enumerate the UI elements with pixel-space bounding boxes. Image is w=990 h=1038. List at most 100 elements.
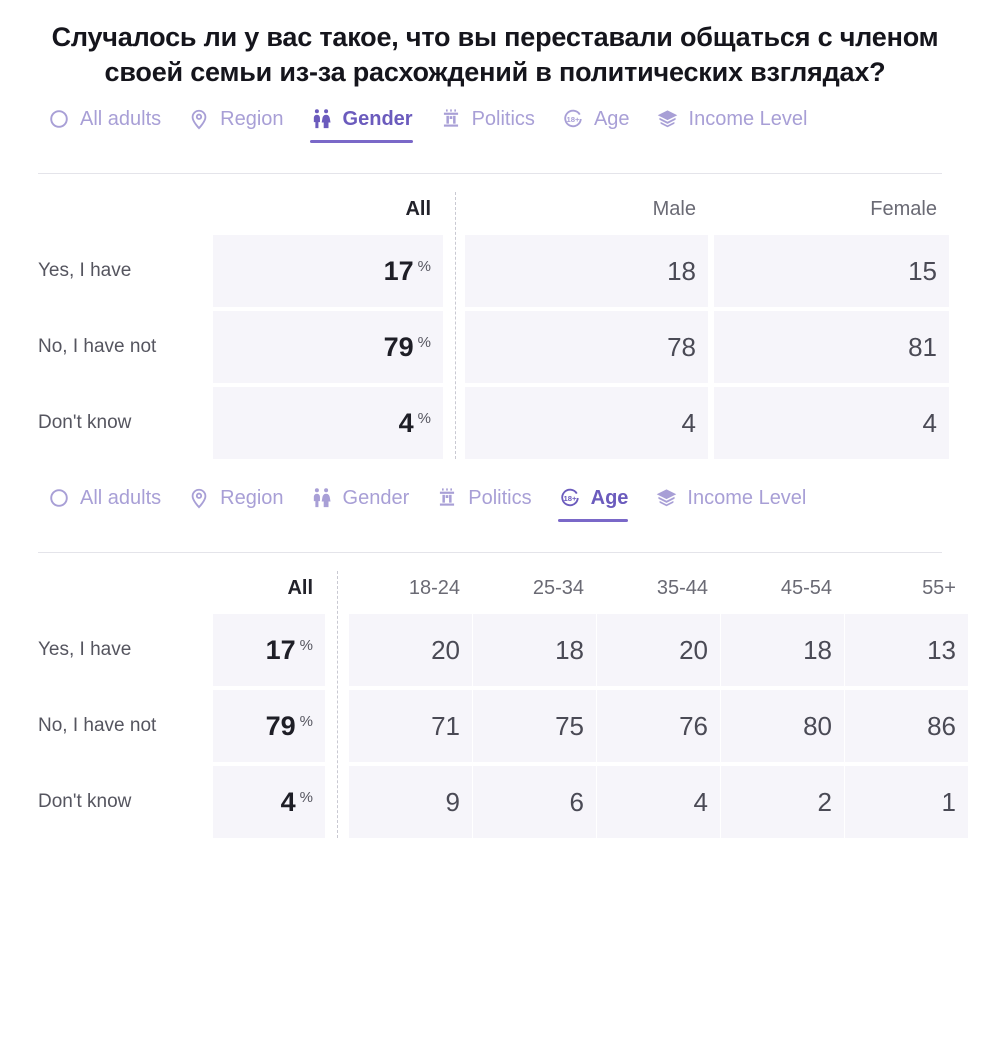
- tab-all-adults[interactable]: All adults: [34, 102, 174, 143]
- circle-icon: [47, 486, 71, 510]
- table-cell-all: 4%: [213, 387, 443, 459]
- tab-politics[interactable]: Politics: [426, 102, 548, 143]
- tab-label: Age: [593, 107, 630, 130]
- graduation-cap-icon: [654, 486, 678, 510]
- table-cell-all: 17%: [213, 614, 325, 686]
- tab-underline: [557, 519, 629, 522]
- map-pin-icon: [187, 107, 211, 131]
- table-cell-18-24: 20: [349, 614, 472, 686]
- table-cell-45-54: 80: [721, 690, 844, 762]
- table-cell-25-34: 18: [473, 614, 596, 686]
- tab-underline: [310, 519, 410, 522]
- tab-label: Gender: [342, 107, 413, 130]
- cell-value: 79: [383, 331, 414, 362]
- percent-sign: %: [299, 788, 313, 806]
- graduation-cap-icon: [656, 107, 680, 131]
- table-cell-all: 17%: [213, 235, 443, 307]
- tab-gender[interactable]: Gender: [297, 102, 426, 143]
- column-header-35-44: 35-44: [656, 577, 708, 599]
- capitol-building-icon: [435, 486, 459, 510]
- row-label: Yes, I have: [38, 639, 132, 660]
- tab-underline: [47, 140, 161, 143]
- tab-gender-2[interactable]: Gender: [297, 481, 423, 522]
- table-cell-female: 15: [714, 235, 949, 307]
- table-cell-25-34: 6: [473, 766, 596, 838]
- table-cell-45-54: 2: [721, 766, 844, 838]
- section-divider: [38, 173, 942, 174]
- table-cell-male: 18: [465, 235, 708, 307]
- tab-label: Income Level: [688, 107, 808, 130]
- row-label: No, I have not: [38, 715, 157, 736]
- tab-region-2[interactable]: Region: [174, 481, 296, 522]
- svg-text:18+: 18+: [566, 115, 580, 124]
- tab-underline: [187, 140, 283, 143]
- cell-value: 4: [398, 407, 414, 438]
- tab-underline: [187, 519, 283, 522]
- circle-icon: [47, 107, 71, 131]
- table-cell-female: 81: [714, 311, 949, 383]
- age-18plus-icon: 18+: [561, 107, 585, 131]
- table-cell-55plus: 86: [845, 690, 968, 762]
- tab-label: All adults: [80, 107, 162, 130]
- percent-sign: %: [299, 636, 313, 654]
- all-column-divider-2: [337, 571, 338, 838]
- tab-underline: [654, 519, 806, 522]
- svg-text:18+: 18+: [563, 494, 577, 503]
- poll-results-page: Случалось ли у вас такое, что вы переста…: [0, 0, 990, 1038]
- column-header-45-54: 45-54: [780, 577, 832, 599]
- table-cell-35-44: 4: [597, 766, 720, 838]
- cell-value: 17: [265, 634, 296, 665]
- table-cell-male: 78: [465, 311, 708, 383]
- tab-label: Income Level: [687, 486, 807, 509]
- column-header-all: All: [287, 577, 313, 599]
- table-cell-55plus: 13: [845, 614, 968, 686]
- header-spacer: [38, 192, 213, 231]
- tab-underline: [309, 140, 413, 143]
- tab-all-adults-2[interactable]: All adults: [34, 481, 174, 522]
- breakdown-tabbar-age: All adults Region Gender Politics 18+ Ag…: [0, 481, 990, 522]
- row-label: No, I have not: [38, 336, 157, 357]
- table-cell-male: 4: [465, 387, 708, 459]
- table-cell-35-44: 76: [597, 690, 720, 762]
- age-18plus-icon: 18+: [558, 486, 582, 510]
- table-cell-all: 79%: [213, 311, 443, 383]
- column-header-all: All: [405, 198, 431, 220]
- tab-label: Gender: [342, 486, 410, 509]
- table-cell-female: 4: [714, 387, 949, 459]
- tab-region[interactable]: Region: [174, 102, 296, 143]
- cell-value: 4: [280, 786, 296, 817]
- percent-sign: %: [417, 257, 431, 275]
- tab-politics-2[interactable]: Politics: [422, 481, 544, 522]
- column-header-25-34: 25-34: [532, 577, 584, 599]
- tab-underline: [47, 519, 161, 522]
- tab-income-level-2[interactable]: Income Level: [641, 481, 819, 522]
- cell-value: 17: [383, 255, 414, 286]
- gender-people-icon: [310, 486, 334, 510]
- tab-label: Region: [220, 107, 284, 130]
- header-spacer: [38, 571, 213, 610]
- cell-value: 79: [265, 710, 296, 741]
- tab-label: Age: [590, 486, 629, 509]
- table-cell-25-34: 75: [473, 690, 596, 762]
- map-pin-icon: [187, 486, 211, 510]
- gender-results-table: All Male Female Yes, I have 17% 18 15 No…: [0, 192, 990, 459]
- tab-label: Region: [220, 486, 284, 509]
- percent-sign: %: [417, 409, 431, 427]
- table-cell-18-24: 71: [349, 690, 472, 762]
- percent-sign: %: [417, 333, 431, 351]
- tab-income-level[interactable]: Income Level: [643, 102, 821, 143]
- all-column-divider: [455, 192, 456, 459]
- tab-underline: [439, 140, 535, 143]
- tab-underline: [561, 140, 630, 143]
- row-label: Yes, I have: [38, 260, 132, 281]
- percent-sign: %: [299, 712, 313, 730]
- tab-label: All adults: [80, 486, 162, 509]
- table-cell-45-54: 18: [721, 614, 844, 686]
- tab-underline: [435, 519, 531, 522]
- column-header-55plus: 55+: [922, 577, 956, 599]
- table-cell-all: 4%: [213, 766, 325, 838]
- tab-age-2[interactable]: 18+ Age: [545, 481, 642, 522]
- tab-age[interactable]: 18+ Age: [548, 102, 643, 143]
- tab-label: Politics: [468, 486, 532, 509]
- column-header-female: Female: [870, 198, 937, 220]
